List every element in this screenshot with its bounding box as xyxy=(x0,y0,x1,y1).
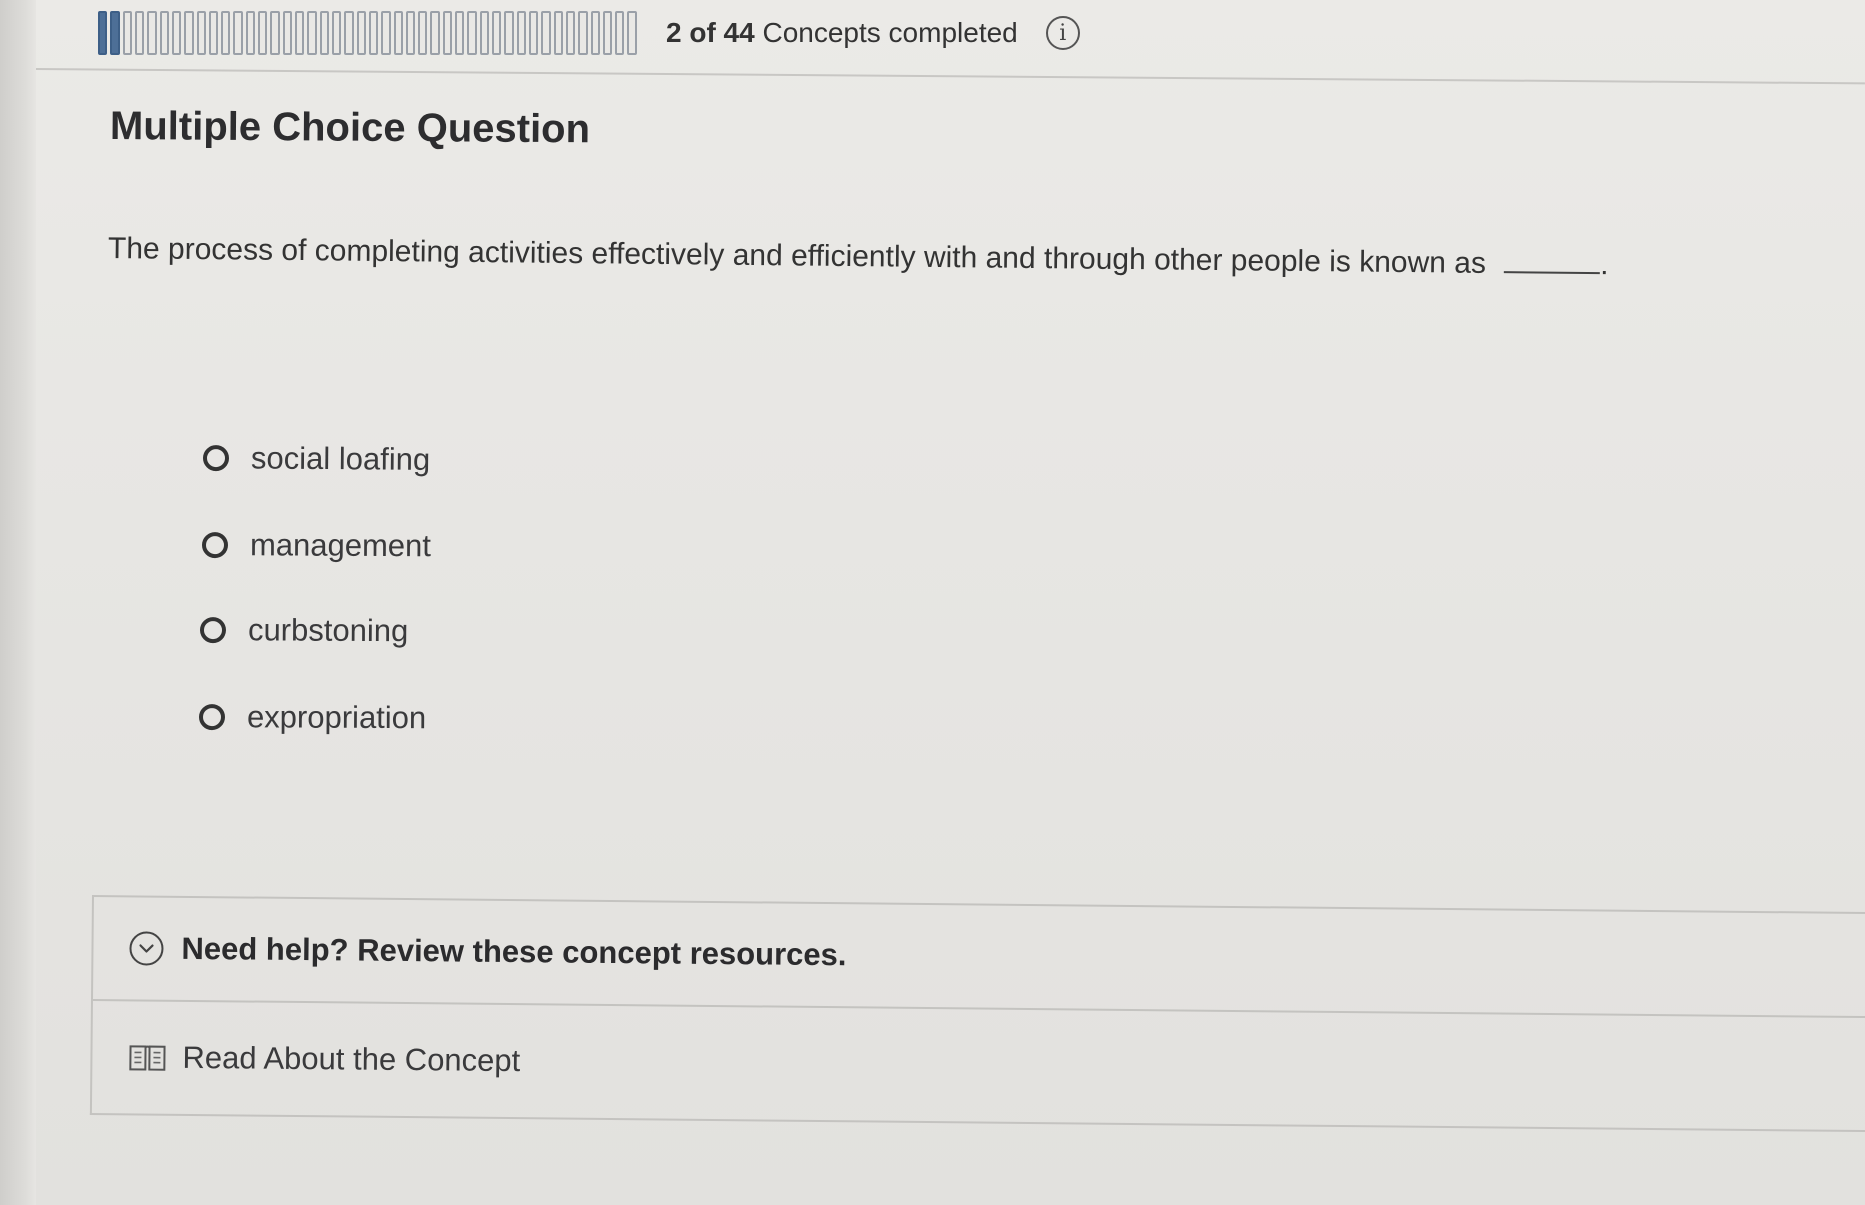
progress-text: 2 of 44 Concepts completed xyxy=(666,17,1018,49)
progress-segment xyxy=(159,11,169,55)
help-toggle-label: Need help? Review these concept resource… xyxy=(181,930,847,973)
progress-segment xyxy=(467,11,477,55)
progress-segment xyxy=(208,11,219,55)
progress-segment-completed xyxy=(98,11,108,55)
question-heading: Multiple Choice Question xyxy=(109,104,591,152)
help-panel: Need help? Review these concept resource… xyxy=(89,895,1865,1133)
progress-segment xyxy=(368,11,379,55)
progress-segment xyxy=(171,11,182,55)
progress-segment xyxy=(541,11,551,55)
progress-segment-completed xyxy=(110,11,120,55)
progress-segment xyxy=(615,11,625,55)
question-prompt: The process of completing activities eff… xyxy=(108,232,1609,282)
progress-segment xyxy=(184,11,194,55)
radio-button[interactable] xyxy=(198,704,226,731)
progress-segment xyxy=(331,11,342,55)
progress-count: 2 of 44 xyxy=(666,17,755,48)
progress-segment xyxy=(455,11,465,55)
page: 2 of 44 Concepts completed i Multiple Ch… xyxy=(0,0,1865,1205)
book-icon xyxy=(128,1042,166,1072)
progress-segment xyxy=(270,11,280,55)
option-social-loafing[interactable]: social loafing xyxy=(202,440,431,478)
progress-segment xyxy=(319,11,329,55)
question-text: The process of completing activities eff… xyxy=(107,232,1487,280)
option-management[interactable]: management xyxy=(201,527,432,564)
option-label: expropriation xyxy=(246,699,427,736)
radio-button[interactable] xyxy=(202,445,230,472)
option-expropriation[interactable]: expropriation xyxy=(198,699,427,736)
radio-button[interactable] xyxy=(199,617,227,644)
progress-segment xyxy=(233,11,243,55)
progress-segment xyxy=(356,11,366,55)
progress-segment xyxy=(381,11,391,55)
progress-segment xyxy=(282,11,292,55)
progress-segment xyxy=(430,11,440,55)
option-label: curbstoning xyxy=(247,612,409,649)
question-end: . xyxy=(1600,248,1609,282)
progress-segment xyxy=(295,11,305,55)
header-divider xyxy=(35,68,1865,85)
progress-segment xyxy=(393,11,403,55)
progress-segment xyxy=(627,11,637,55)
answer-blank xyxy=(1504,271,1601,275)
progress-segment xyxy=(602,11,613,55)
progress-segment xyxy=(245,11,256,55)
left-edge xyxy=(0,0,36,1205)
progress-segment xyxy=(307,11,317,55)
concept-progress-bar xyxy=(98,11,640,55)
chevron-down-circle-icon[interactable] xyxy=(129,931,164,966)
progress-segment xyxy=(122,11,132,55)
option-curbstoning[interactable]: curbstoning xyxy=(199,612,409,649)
progress-segment xyxy=(565,11,576,55)
progress-segment xyxy=(528,11,539,55)
progress-segment xyxy=(516,11,526,55)
help-toggle[interactable]: Need help? Review these concept resource… xyxy=(92,897,1865,1019)
progress-segment xyxy=(196,11,206,55)
option-label: social loafing xyxy=(250,440,431,477)
progress-segment xyxy=(590,11,600,55)
read-about-concept-label: Read About the Concept xyxy=(182,1039,521,1079)
progress-segment xyxy=(492,11,502,55)
progress-segment xyxy=(578,11,588,55)
progress-segment xyxy=(147,11,157,55)
progress-segment xyxy=(418,11,428,55)
progress-segment xyxy=(258,11,268,55)
progress-segment xyxy=(504,11,514,55)
progress-segment xyxy=(479,11,489,55)
radio-button[interactable] xyxy=(201,532,229,559)
option-label: management xyxy=(249,527,432,564)
progress-segment xyxy=(134,11,145,55)
progress-segment xyxy=(221,11,231,55)
progress-suffix: Concepts completed xyxy=(762,17,1018,48)
progress-segment xyxy=(405,11,416,55)
read-about-concept-link[interactable]: Read About the Concept xyxy=(92,1001,521,1117)
progress-header: 2 of 44 Concepts completed i xyxy=(98,8,1080,58)
info-icon[interactable]: i xyxy=(1045,16,1080,50)
progress-segment xyxy=(553,11,563,55)
progress-segment xyxy=(344,11,354,55)
progress-segment xyxy=(442,11,453,55)
